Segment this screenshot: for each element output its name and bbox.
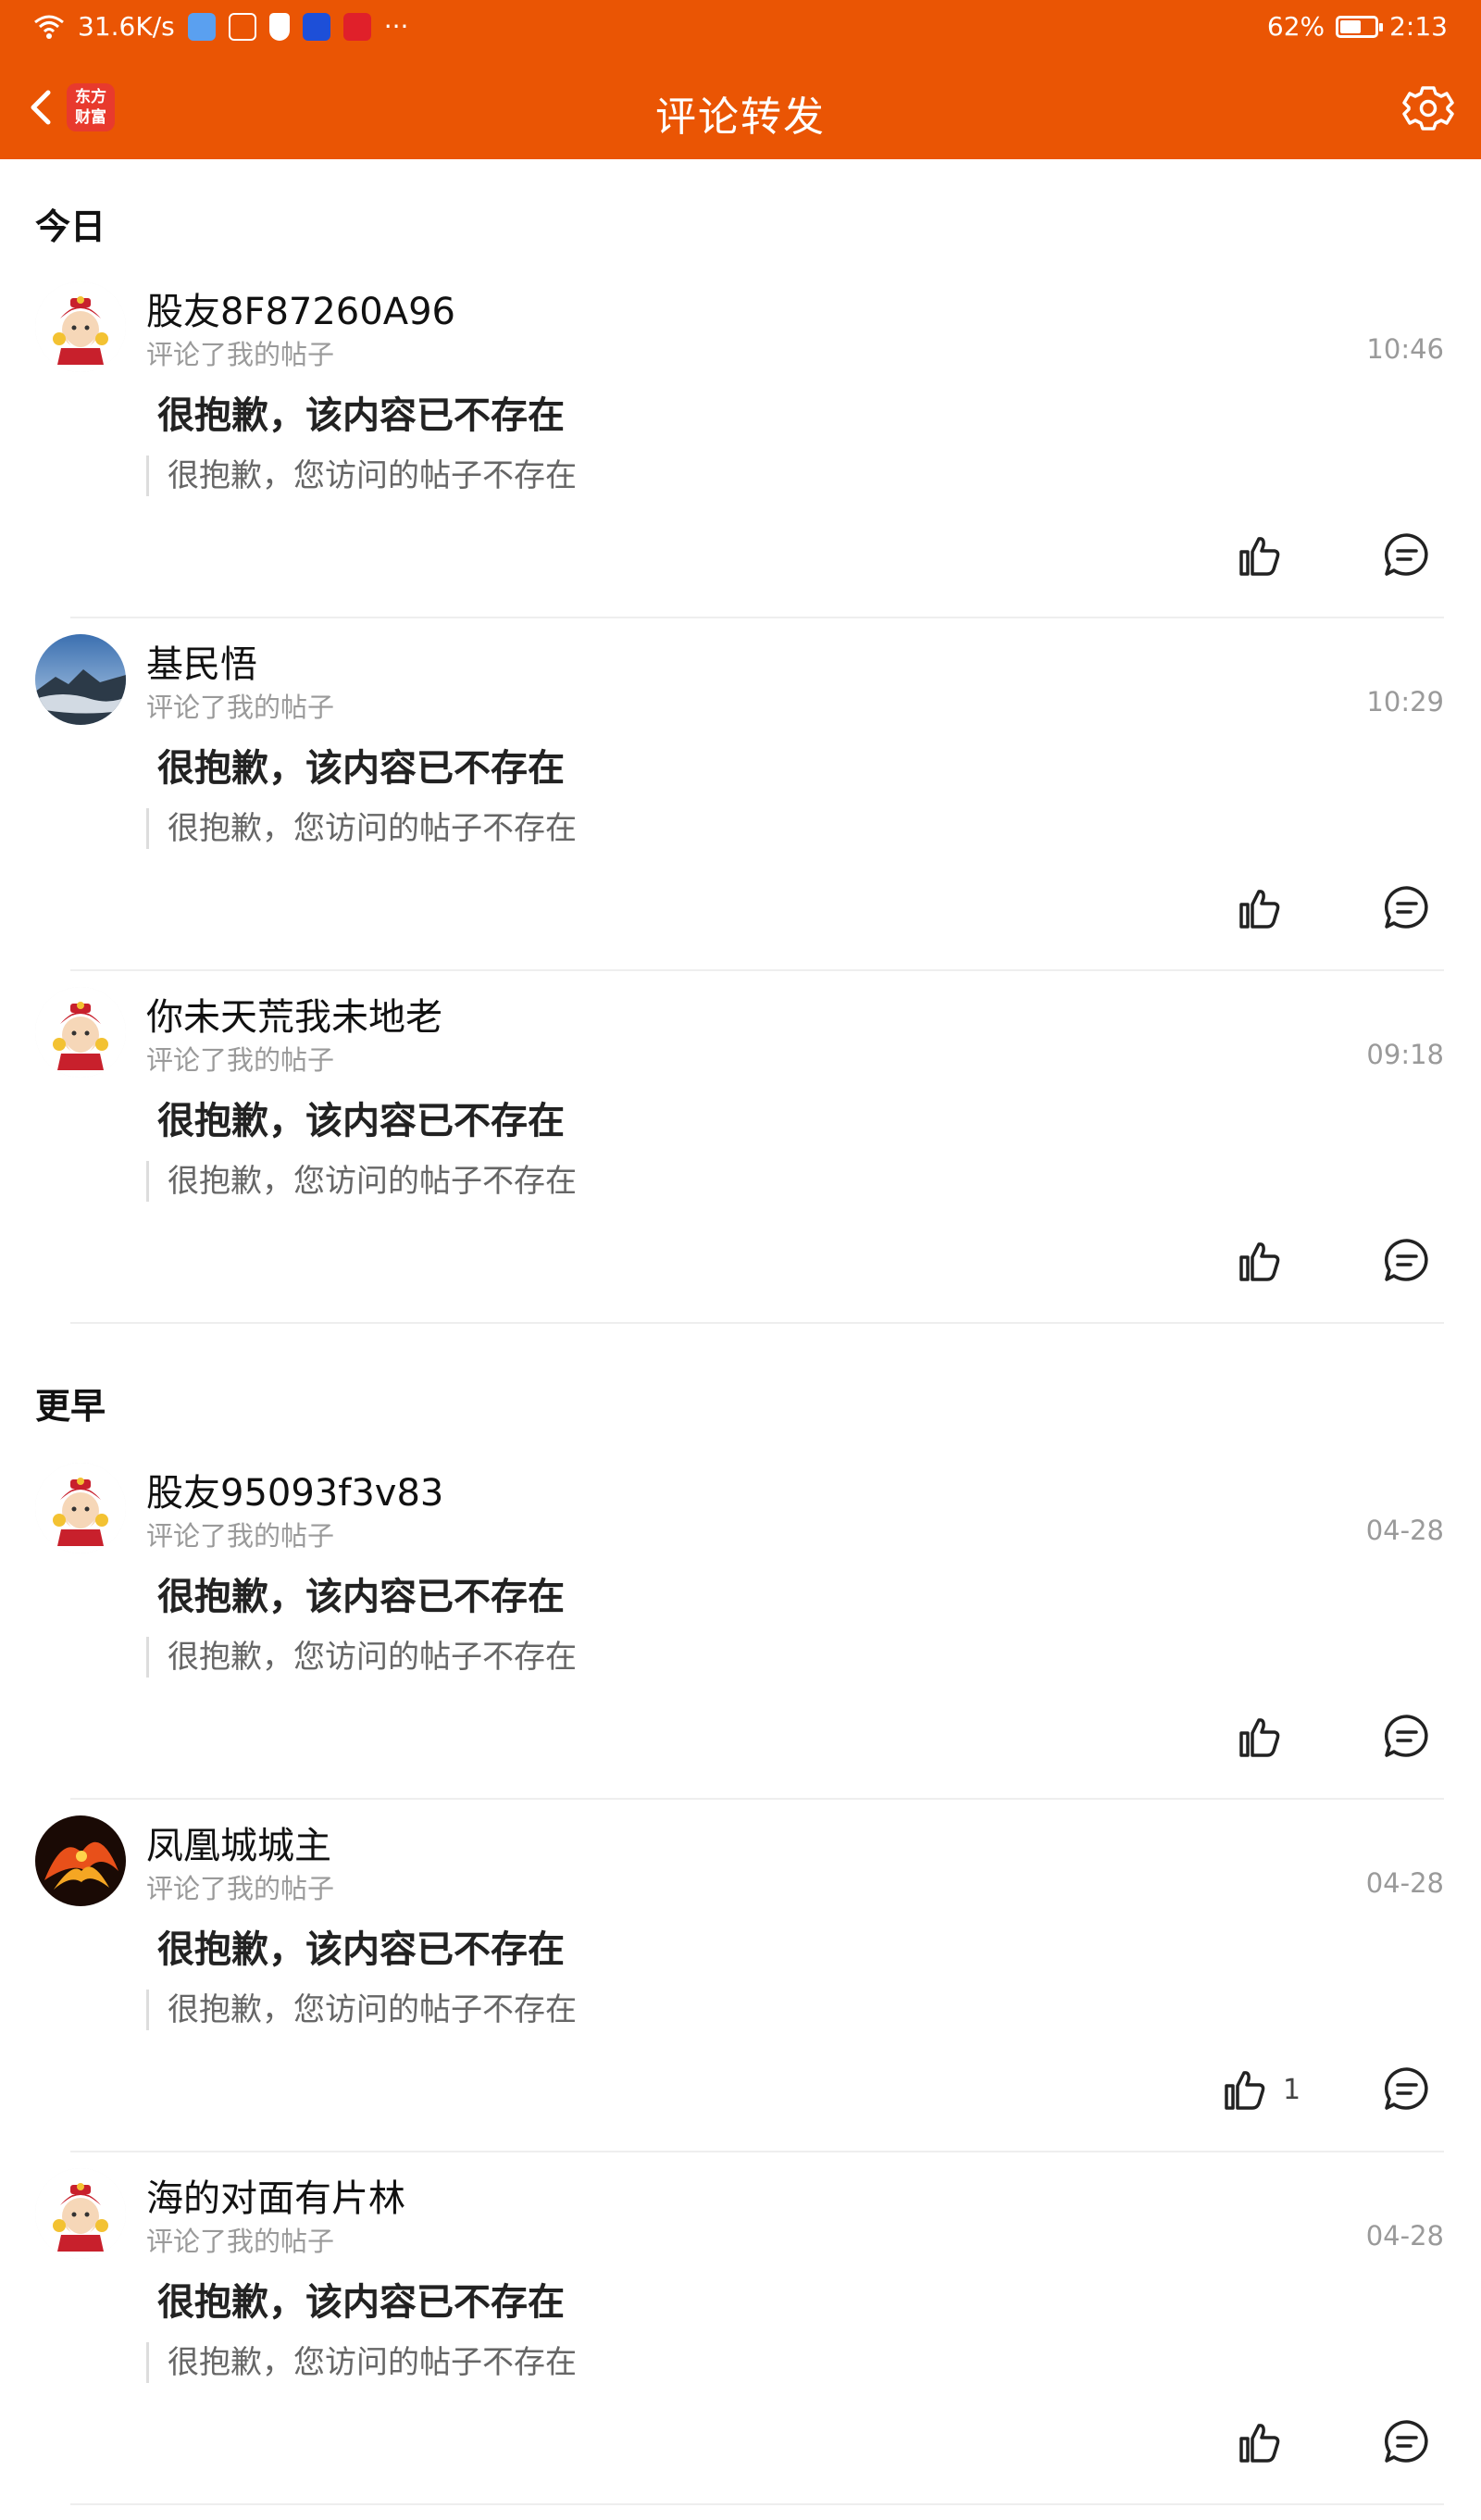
shield-icon — [268, 12, 290, 41]
mountain-avatar-icon — [35, 634, 126, 725]
comment-icon[interactable] — [1381, 882, 1433, 934]
app-bar: 东方 财富 评论转发 — [0, 57, 1481, 159]
divider — [70, 1322, 1444, 1324]
battery-percent: 62% — [1266, 11, 1325, 42]
comment-icon[interactable] — [1381, 1235, 1433, 1287]
section-today: 今日 — [35, 206, 106, 247]
quoted-post[interactable]: 很抱歉，您访问的帖子不存在 — [146, 1637, 577, 1678]
gear-icon[interactable] — [1398, 78, 1459, 139]
comment-text[interactable]: 很抱歉，该内容已不存在 — [157, 738, 565, 792]
comment-text[interactable]: 很抱歉，该内容已不存在 — [157, 2272, 565, 2326]
action-text: 评论了我的帖子 — [146, 1873, 335, 1904]
quoted-post[interactable]: 很抱歉，您访问的帖子不存在 — [146, 2342, 577, 2383]
username[interactable]: 凤凰城城主 — [146, 1815, 331, 1869]
mascot-avatar-icon — [35, 281, 126, 372]
more-notifications: ··· — [383, 11, 409, 42]
timestamp: 09:18 — [1366, 1039, 1444, 1070]
action-text: 评论了我的帖子 — [146, 1044, 335, 1076]
avatar[interactable] — [35, 1815, 126, 1906]
alipay-icon — [228, 12, 256, 41]
thumbs-up-icon — [1225, 2071, 1265, 2110]
bolt-app-icon — [302, 12, 330, 41]
timestamp: 04-28 — [1365, 1867, 1444, 1899]
quoted-post[interactable]: 很抱歉，您访问的帖子不存在 — [146, 1990, 577, 2030]
quoted-post[interactable]: 很抱歉，您访问的帖子不存在 — [146, 1161, 577, 1202]
username[interactable]: 股友95093f3v83 — [146, 1463, 443, 1516]
action-text: 评论了我的帖子 — [146, 1520, 335, 1552]
status-bar: 31.6K/s ··· 62% 2:13 — [0, 0, 1481, 57]
divider — [70, 2151, 1444, 2152]
divider — [70, 2503, 1444, 2505]
mascot-avatar-icon — [35, 2168, 126, 2259]
thumbs-up-icon — [1239, 1242, 1280, 1281]
timestamp: 10:46 — [1366, 333, 1444, 365]
like-button[interactable] — [1237, 1711, 1298, 1763]
avatar[interactable] — [35, 2168, 126, 2259]
username[interactable]: 你未天荒我未地老 — [146, 987, 442, 1041]
quoted-post[interactable]: 很抱歉，您访问的帖子不存在 — [146, 455, 577, 496]
thumbs-up-icon — [1239, 890, 1280, 929]
like-button[interactable]: 1 — [1222, 2064, 1301, 2115]
avatar[interactable] — [35, 281, 126, 372]
timestamp: 10:29 — [1366, 686, 1444, 717]
username[interactable]: 股友8F87260A96 — [146, 281, 455, 335]
timestamp: 04-28 — [1365, 1515, 1444, 1546]
comment-icon[interactable] — [1381, 530, 1433, 581]
username[interactable]: 海的对面有片林 — [146, 2168, 405, 2222]
app-notification-icon — [187, 12, 216, 41]
action-text: 评论了我的帖子 — [146, 2226, 335, 2257]
mascot-avatar-icon — [35, 987, 126, 1078]
mascot-avatar-icon — [35, 1463, 126, 1553]
comment-icon[interactable] — [1381, 1711, 1433, 1763]
divider — [70, 969, 1444, 971]
like-button[interactable] — [1237, 2416, 1298, 2468]
comment-icon[interactable] — [1381, 2064, 1433, 2115]
network-speed: 31.6K/s — [78, 11, 175, 42]
timestamp: 04-28 — [1365, 2220, 1444, 2252]
like-count: 1 — [1283, 2073, 1301, 2106]
phoenix-avatar-icon — [35, 1815, 126, 1906]
list-item[interactable]: 股友8F87260A96 评论了我的帖子 10:46 很抱歉，该内容已不存在 很… — [0, 281, 1481, 633]
divider — [70, 1798, 1444, 1800]
action-text: 评论了我的帖子 — [146, 692, 335, 723]
divider — [70, 617, 1444, 618]
avatar[interactable] — [35, 1463, 126, 1553]
username[interactable]: 基民悟 — [146, 634, 257, 688]
comment-icon[interactable] — [1381, 2416, 1433, 2468]
comment-text[interactable]: 很抱歉，该内容已不存在 — [157, 385, 565, 439]
list-item[interactable]: 海的对面有片林 评论了我的帖子 04-28 很抱歉，该内容已不存在 很抱歉，您访… — [0, 2168, 1481, 2520]
battery-icon — [1336, 15, 1384, 38]
list-item[interactable]: 凤凰城城主 评论了我的帖子 04-28 很抱歉，该内容已不存在 很抱歉，您访问的… — [0, 1815, 1481, 2167]
section-earlier: 更早 — [35, 1386, 106, 1427]
list-item[interactable]: 你未天荒我未地老 评论了我的帖子 09:18 很抱歉，该内容已不存在 很抱歉，您… — [0, 987, 1481, 1339]
avatar[interactable] — [35, 987, 126, 1078]
like-button[interactable] — [1237, 530, 1298, 581]
avatar[interactable] — [35, 634, 126, 725]
page-title: 评论转发 — [655, 94, 826, 141]
list-item[interactable]: 基民悟 评论了我的帖子 10:29 很抱歉，该内容已不存在 很抱歉，您访问的帖子… — [0, 634, 1481, 986]
list-item[interactable]: 股友95093f3v83 评论了我的帖子 04-28 很抱歉，该内容已不存在 很… — [0, 1463, 1481, 1815]
wifi-icon — [34, 15, 64, 39]
thumbs-up-icon — [1239, 1718, 1280, 1757]
red-app-icon — [342, 12, 371, 41]
comment-text[interactable]: 很抱歉，该内容已不存在 — [157, 1919, 565, 1973]
clock: 2:13 — [1389, 11, 1448, 42]
comment-text[interactable]: 很抱歉，该内容已不存在 — [157, 1566, 565, 1620]
thumbs-up-icon — [1239, 537, 1280, 576]
like-button[interactable] — [1237, 882, 1298, 934]
like-button[interactable] — [1237, 1235, 1298, 1287]
thumbs-up-icon — [1239, 2424, 1280, 2463]
action-text: 评论了我的帖子 — [146, 339, 335, 370]
comment-text[interactable]: 很抱歉，该内容已不存在 — [157, 1091, 565, 1144]
quoted-post[interactable]: 很抱歉，您访问的帖子不存在 — [146, 808, 577, 849]
